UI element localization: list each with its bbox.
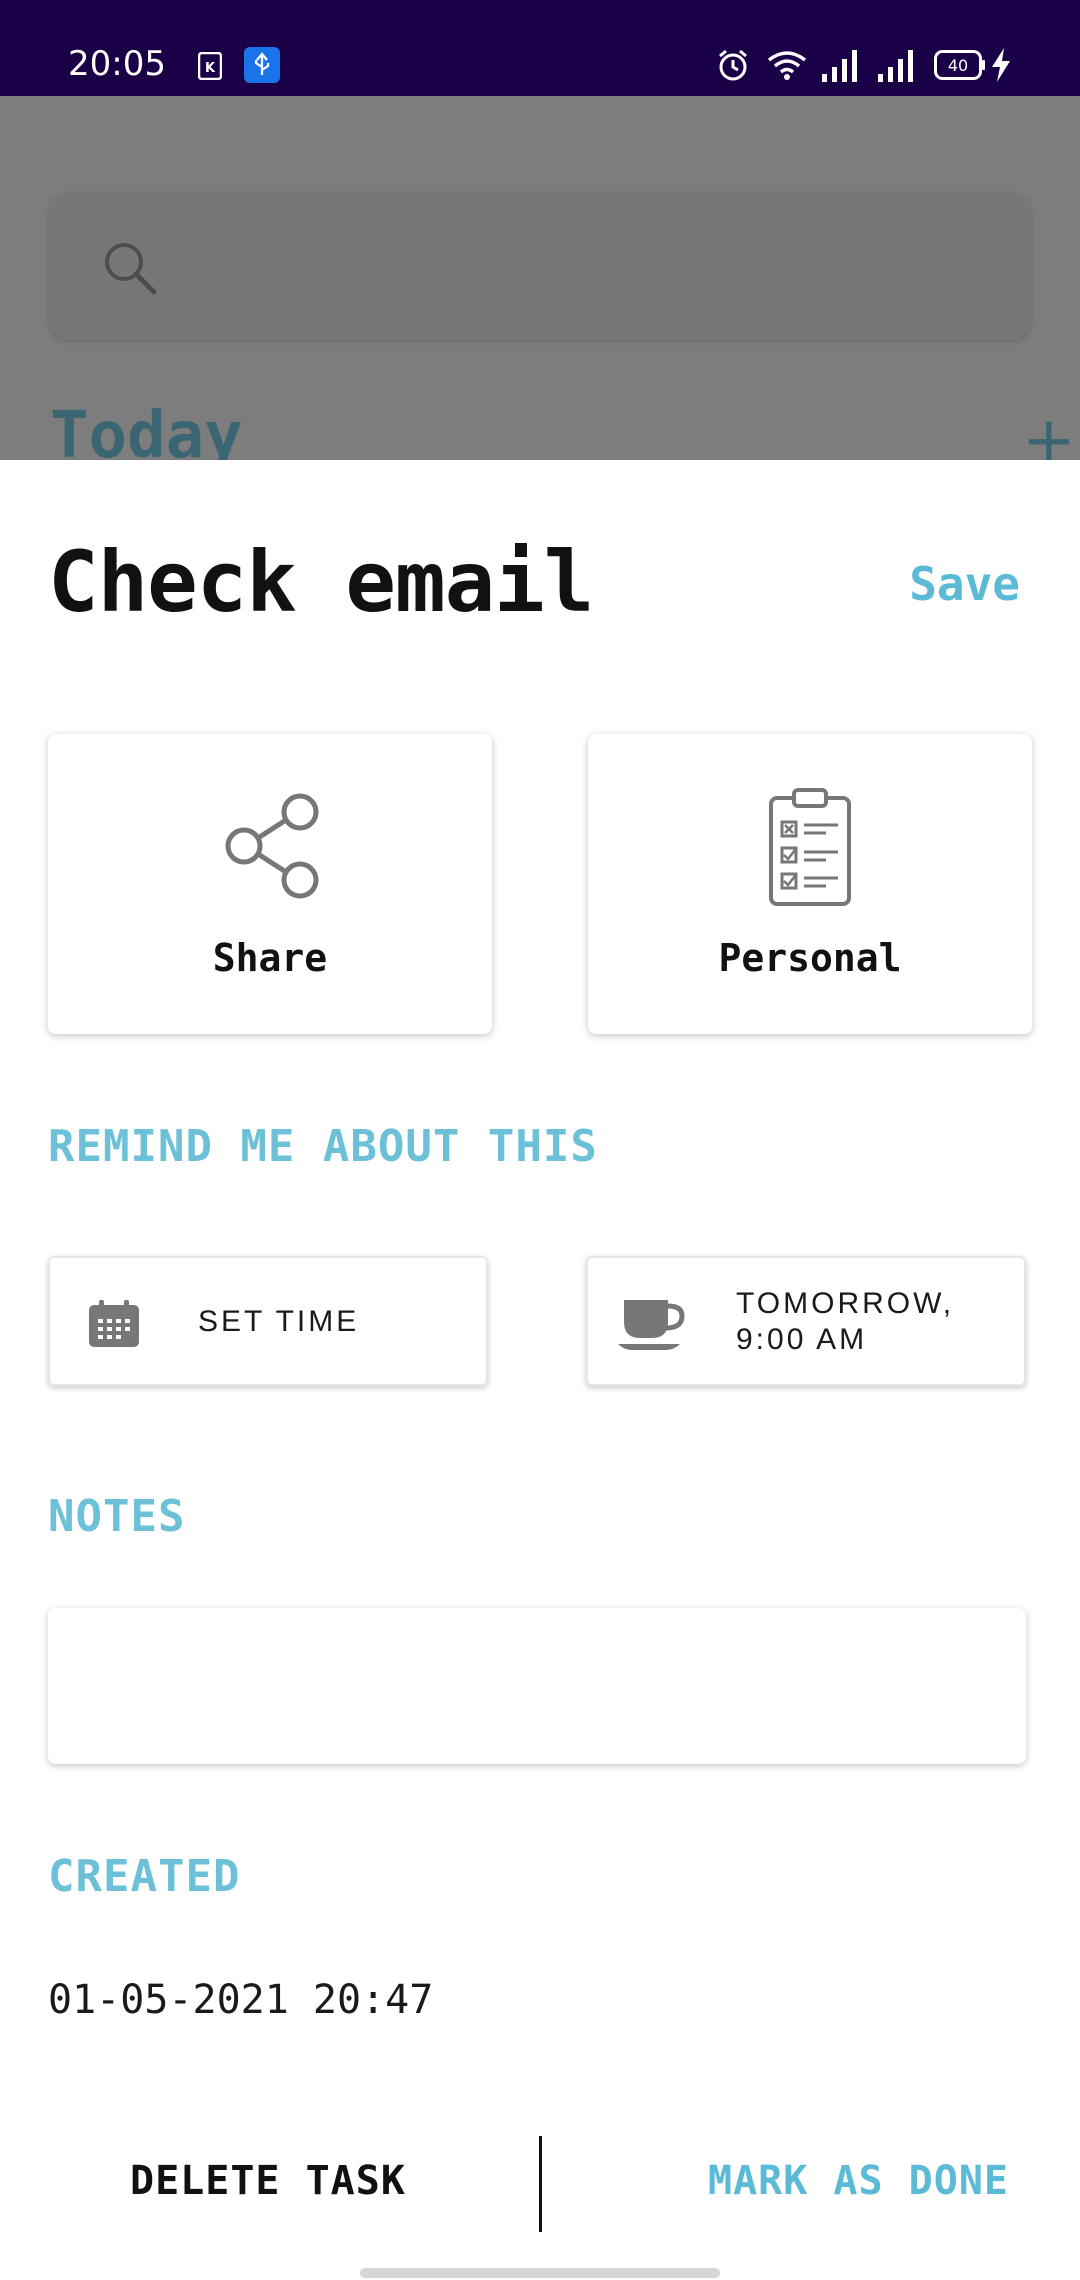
- wifi-icon: [766, 50, 808, 85]
- svg-text:K: K: [205, 61, 216, 76]
- preset-time-line1: TOMORROW,: [736, 1287, 955, 1320]
- share-icon: [48, 786, 492, 906]
- share-card[interactable]: Share: [48, 734, 492, 1034]
- battery-icon: 40: [934, 50, 986, 85]
- delete-task-button[interactable]: DELETE TASK: [130, 2154, 406, 2208]
- usb-icon: [244, 47, 280, 88]
- notes-field[interactable]: [48, 1608, 1026, 1764]
- calendar-icon: [88, 1300, 140, 1353]
- kindle-icon: K: [197, 51, 223, 85]
- created-heading: CREATED: [48, 1851, 241, 1902]
- list-card[interactable]: Personal: [588, 734, 1032, 1034]
- status-bar: 20:05 K 40: [0, 0, 1080, 96]
- list-label: Personal: [718, 936, 902, 980]
- background-scrim[interactable]: Today +: [0, 96, 1080, 460]
- signal-icon: [822, 50, 862, 87]
- coffee-cup-icon: [618, 1296, 686, 1357]
- search-bar[interactable]: [48, 192, 1032, 340]
- charging-icon: [990, 48, 1012, 87]
- battery-level: 40: [948, 56, 968, 75]
- created-date: 01-05-2021 20:47: [48, 1977, 434, 2023]
- reminder-heading: REMIND ME ABOUT THIS: [48, 1121, 598, 1172]
- task-title[interactable]: Check email: [48, 532, 594, 632]
- set-time-button[interactable]: SET TIME: [48, 1256, 488, 1386]
- alarm-icon: [716, 48, 750, 87]
- tomorrow-morning-button[interactable]: TOMORROW, 9:00 AM: [586, 1256, 1026, 1386]
- status-time: 20:05: [68, 44, 166, 84]
- home-indicator[interactable]: [360, 2268, 720, 2278]
- mark-as-done-button[interactable]: MARK AS DONE: [708, 2154, 1009, 2208]
- save-button[interactable]: Save: [909, 556, 1020, 612]
- add-task-button[interactable]: +: [1022, 406, 1076, 460]
- preset-time-line2: 9:00 AM: [736, 1323, 868, 1356]
- set-time-label: SET TIME: [198, 1305, 360, 1338]
- signal-icon: [878, 50, 918, 87]
- section-title-today: Today: [50, 399, 243, 460]
- clipboard-checklist-icon: [588, 786, 1032, 906]
- share-label: Share: [212, 936, 328, 980]
- footer-divider: [539, 2136, 542, 2232]
- notes-heading: NOTES: [48, 1491, 186, 1542]
- search-icon: [100, 238, 160, 303]
